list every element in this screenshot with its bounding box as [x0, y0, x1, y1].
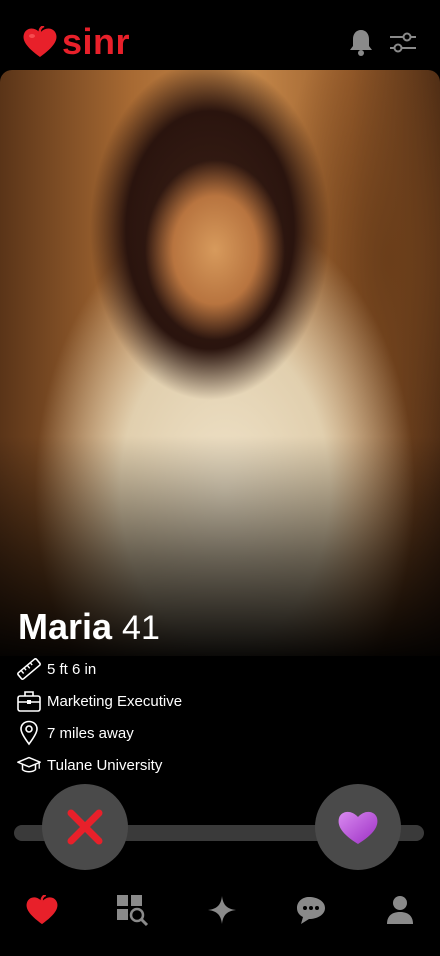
bell-icon[interactable] — [348, 28, 374, 61]
browse-search-icon — [117, 895, 149, 927]
nav-browse[interactable] — [112, 890, 152, 930]
detail-text: 5 ft 6 in — [47, 660, 97, 678]
sparkle-icon — [208, 896, 236, 924]
location-pin-icon — [16, 720, 42, 746]
graduation-cap-icon — [16, 752, 42, 778]
app-header: sinr — [0, 0, 440, 70]
detail-text: Tulane University — [47, 756, 163, 774]
dislike-button[interactable] — [42, 784, 128, 870]
profile-icon — [387, 896, 413, 924]
profile-age: 41 — [122, 609, 160, 647]
nav-matches[interactable] — [22, 890, 62, 930]
nav-discover[interactable] — [202, 890, 242, 930]
app-logo: sinr — [22, 24, 130, 60]
detail-height: 5 ft 6 in — [16, 656, 96, 682]
heart-logo-icon — [23, 26, 57, 57]
chat-bubbles-icon — [297, 897, 325, 924]
profile-photo[interactable] — [0, 70, 440, 656]
profile-name: Maria — [18, 606, 113, 647]
bottom-nav — [0, 880, 440, 936]
x-icon — [67, 809, 103, 845]
detail-distance: 7 miles away — [16, 720, 134, 746]
heart-icon — [338, 811, 378, 844]
detail-job: Marketing Executive — [16, 688, 182, 714]
heart-icon — [26, 895, 58, 925]
detail-text: Marketing Executive — [47, 692, 183, 710]
filter-sliders-icon[interactable] — [388, 32, 418, 59]
brand-name: sinr — [62, 21, 131, 62]
detail-education: Tulane University — [16, 752, 162, 778]
like-button[interactable] — [315, 784, 401, 870]
nav-messages[interactable] — [292, 890, 332, 930]
ruler-icon — [16, 656, 42, 682]
detail-text: 7 miles away — [47, 724, 134, 742]
nav-profile[interactable] — [380, 890, 420, 930]
briefcase-icon — [16, 688, 42, 714]
profile-name-row: Maria 41 — [18, 606, 160, 648]
